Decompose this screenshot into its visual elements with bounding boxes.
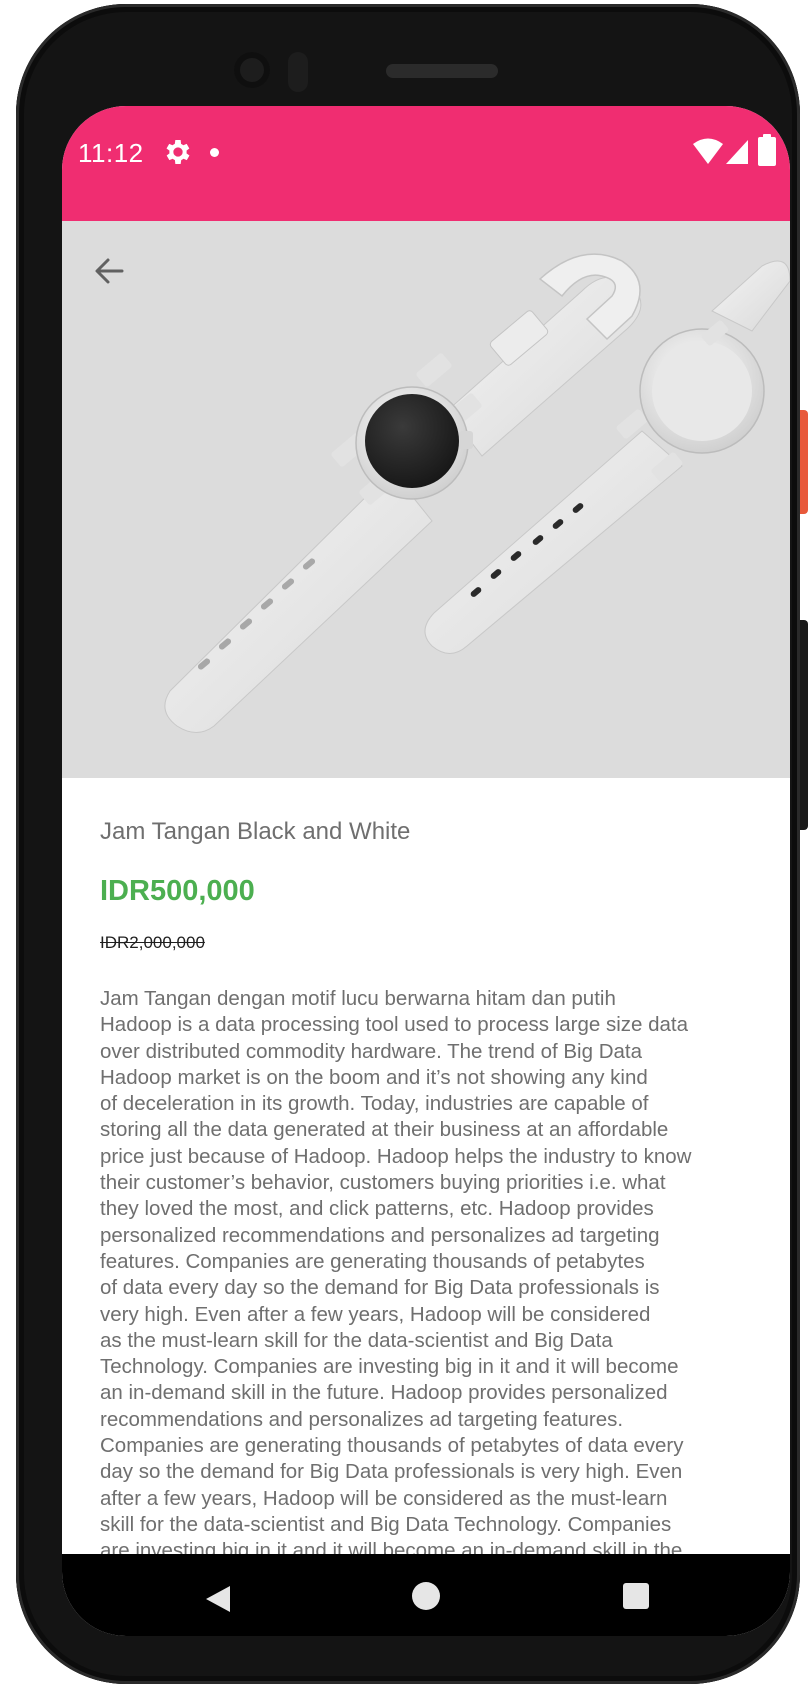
watch-image (62, 221, 790, 778)
product-price: IDR500,000 (100, 875, 255, 907)
gear-icon (166, 140, 190, 164)
product-title: Jam Tangan Black and White (100, 818, 411, 845)
volume-button (800, 620, 808, 830)
stage: 11:12 Jam Tangan Black and White IDR500,… (0, 0, 810, 1690)
dot-icon (210, 148, 219, 157)
battery-icon (758, 134, 776, 166)
proximity-sensor (288, 52, 308, 92)
navigation-bar (62, 1554, 790, 1636)
earpiece-speaker (386, 64, 498, 78)
front-camera (234, 52, 270, 88)
back-arrow-button[interactable] (88, 249, 132, 293)
original-price: IDR2,000,000 (100, 933, 205, 952)
status-bar: 11:12 (62, 106, 790, 221)
wifi-icon (693, 138, 723, 164)
phone-frame: 11:12 Jam Tangan Black and White IDR500,… (16, 4, 800, 1684)
circle-home-icon[interactable] (412, 1582, 440, 1610)
product-description: Jam Tangan dengan motif lucu berwarna hi… (100, 987, 692, 1554)
product-details: Jam Tangan Black and White IDR500,000 ID… (62, 778, 790, 1554)
status-time: 11:12 (78, 138, 144, 168)
screen: 11:12 Jam Tangan Black and White IDR500,… (62, 106, 790, 1636)
power-button (800, 410, 808, 514)
cell-signal-icon (726, 140, 748, 164)
product-image (62, 221, 790, 778)
triangle-back-icon[interactable] (200, 1582, 234, 1616)
square-recents-icon[interactable] (623, 1583, 649, 1609)
